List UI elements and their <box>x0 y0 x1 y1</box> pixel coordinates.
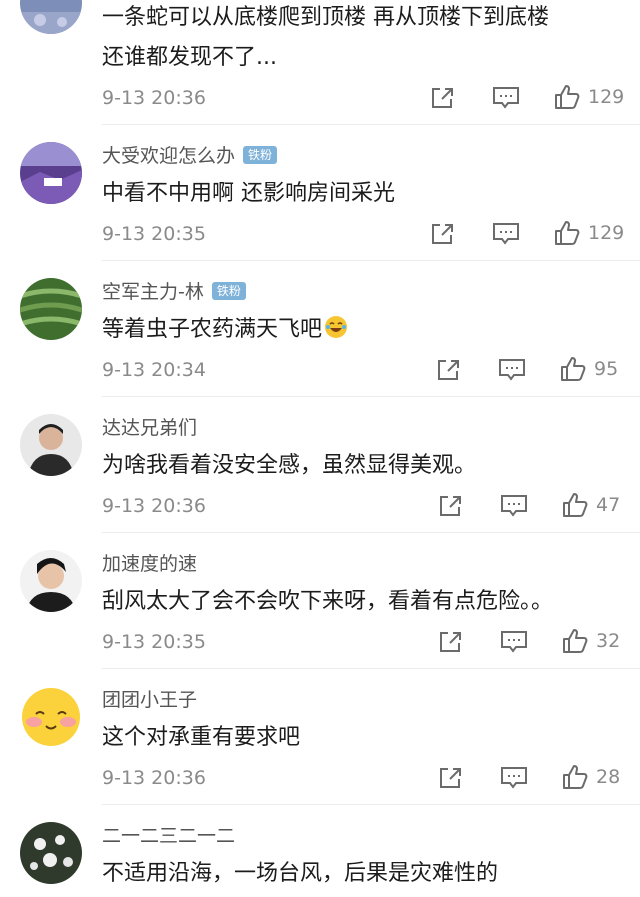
share-icon <box>432 224 453 244</box>
repost-button[interactable] <box>430 222 456 246</box>
like-count: 47 <box>596 494 621 516</box>
username-text: 二一二三二一二 <box>102 825 236 847</box>
avatar[interactable] <box>20 822 82 884</box>
repost-button[interactable] <box>438 630 464 654</box>
comment-text-line: 等着虫子农药满天飞吧 <box>102 317 323 342</box>
share-icon <box>432 88 453 108</box>
repost-button[interactable] <box>438 766 464 790</box>
comment-text-line: 这个对承重有要求吧 <box>102 725 301 750</box>
comment-text-line: 不适用沿海，一场台风，后果是灾难性的 <box>102 861 499 886</box>
divider <box>102 260 640 261</box>
username-text: 空军主力-林 <box>102 281 204 303</box>
repost-button[interactable] <box>436 358 462 382</box>
divider <box>102 396 640 397</box>
comment-icon <box>493 223 519 245</box>
comment-text-line: 为啥我看着没安全感，虽然显得美观。 <box>102 453 477 478</box>
like-button[interactable]: 129 <box>554 220 624 246</box>
comment-timestamp: 9-13 20:36 <box>102 87 206 109</box>
share-icon <box>440 768 461 788</box>
comment-icon <box>493 87 519 109</box>
reply-button[interactable] <box>500 494 528 518</box>
comment-timestamp: 9-13 20:36 <box>102 767 206 789</box>
comment-text: 等着虫子农药满天飞吧 <box>102 312 622 351</box>
repost-button[interactable] <box>438 494 464 518</box>
like-button[interactable]: 95 <box>560 356 618 382</box>
fan-badge: 铁粉 <box>243 146 278 164</box>
comment-icon <box>501 495 527 517</box>
comment-username[interactable]: 大受欢迎怎么办 铁粉 <box>102 144 278 168</box>
comment-timestamp: 9-13 20:35 <box>102 223 206 245</box>
username-text: 大受欢迎怎么办 <box>102 145 236 167</box>
like-button[interactable]: 28 <box>562 764 620 790</box>
comment-icon <box>501 767 527 789</box>
like-button[interactable]: 129 <box>554 84 624 110</box>
reply-button[interactable] <box>500 630 528 654</box>
reply-button[interactable] <box>500 766 528 790</box>
avatar[interactable] <box>20 278 82 340</box>
share-icon <box>440 496 461 516</box>
like-count: 95 <box>594 358 619 380</box>
thumbs-up-icon <box>561 357 586 381</box>
username-text: 达达兄弟们 <box>102 417 198 439</box>
fan-badge: 铁粉 <box>211 282 246 300</box>
reply-button[interactable] <box>492 222 520 246</box>
reply-button[interactable] <box>498 358 526 382</box>
comment-icon <box>501 631 527 653</box>
comment-username[interactable]: 达达兄弟们 <box>102 416 197 440</box>
comment-text-line: 还谁都发现不了... <box>102 45 277 70</box>
comment-text-line: 刮风太大了会不会吹下来呀，看着有点危险。。 <box>102 589 554 614</box>
divider <box>102 124 640 125</box>
avatar[interactable] <box>20 686 82 748</box>
thumbs-up-icon <box>555 221 580 245</box>
thumbs-up-icon <box>563 765 588 789</box>
avatar[interactable] <box>20 414 82 476</box>
laughing-tears-emoji <box>324 315 348 351</box>
like-button[interactable]: 32 <box>562 628 620 654</box>
comment-timestamp: 9-13 20:35 <box>102 631 206 653</box>
repost-button[interactable] <box>430 86 456 110</box>
comment-username[interactable]: 空军主力-林 铁粉 <box>102 280 246 304</box>
avatar[interactable] <box>20 550 82 612</box>
thumbs-up-icon <box>563 493 588 517</box>
like-count: 32 <box>596 630 621 652</box>
reply-button[interactable] <box>492 86 520 110</box>
comment-username[interactable]: 二一二三二一二 <box>102 824 235 848</box>
like-count: 129 <box>588 222 625 244</box>
username-text: 团团小王子 <box>102 689 198 711</box>
username-text: 加速度的速 <box>102 553 198 575</box>
thumbs-up-icon <box>563 629 588 653</box>
share-icon <box>438 360 459 380</box>
comment-icon <box>499 359 525 381</box>
comment-text-line: 一条蛇可以从底楼爬到顶楼 再从顶楼下到底楼 <box>102 5 549 30</box>
like-button[interactable]: 47 <box>562 492 620 518</box>
comment-text-line: 中看不中用啊 还影响房间采光 <box>102 181 395 206</box>
like-count: 129 <box>588 86 625 108</box>
share-icon <box>440 632 461 652</box>
like-count: 28 <box>596 766 621 788</box>
comment-username[interactable]: 加速度的速 <box>102 552 197 576</box>
avatar[interactable] <box>20 142 82 204</box>
divider <box>102 668 640 669</box>
divider <box>102 804 640 805</box>
comment-timestamp: 9-13 20:34 <box>102 359 206 381</box>
comment-timestamp: 9-13 20:36 <box>102 495 206 517</box>
divider <box>102 532 640 533</box>
thumbs-up-icon <box>555 85 580 109</box>
avatar[interactable] <box>20 0 82 34</box>
comment-username[interactable]: 团团小王子 <box>102 688 197 712</box>
